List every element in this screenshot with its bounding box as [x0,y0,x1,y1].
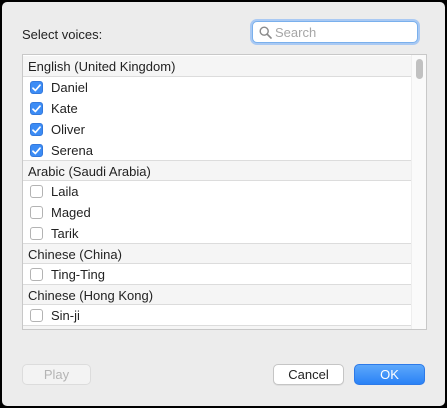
voice-row[interactable]: Sin-ji [23,305,411,326]
voice-label: Daniel [51,80,88,95]
select-voices-dialog: Select voices: English (United Kingdom) D… [2,2,445,406]
voice-row[interactable]: Kate [23,98,411,119]
voice-row[interactable]: Daniel [23,77,411,98]
voice-list[interactable]: English (United Kingdom) Daniel Kate Oliver… [22,54,427,330]
voice-row[interactable]: Oliver [23,119,411,140]
voice-group-header: English (United Kingdom) [23,56,411,77]
voice-checkbox[interactable] [30,123,43,136]
voice-group-header: Chinese (Taiwan) [23,325,411,329]
scrollbar-thumb[interactable] [416,59,423,79]
voice-label: Ting-Ting [51,267,105,282]
play-button[interactable]: Play [22,364,91,385]
voice-group-header: Chinese (China) [23,243,411,264]
voice-label: Sin-ji [51,308,80,323]
voice-checkbox[interactable] [30,102,43,115]
voice-label: Laila [51,184,79,199]
voice-label: Serena [51,143,93,158]
voice-row[interactable]: Tarik [23,223,411,244]
ok-button[interactable]: OK [354,364,425,385]
voice-checkbox[interactable] [30,227,43,240]
voice-list-content: English (United Kingdom) Daniel Kate Oliver… [23,56,411,329]
voice-label: Tarik [51,226,79,241]
search-icon [259,26,272,39]
voice-label: Maged [51,205,91,220]
scrollbar[interactable] [411,55,426,329]
search-input[interactable] [275,24,413,40]
voice-row[interactable]: Laila [23,181,411,202]
voice-checkbox[interactable] [30,309,43,322]
voice-group-header: Chinese (Hong Kong) [23,284,411,305]
voice-checkbox[interactable] [30,144,43,157]
voice-row[interactable]: Serena [23,140,411,161]
voice-checkbox[interactable] [30,81,43,94]
voice-checkbox[interactable] [30,206,43,219]
cancel-button[interactable]: Cancel [273,364,344,385]
voice-label: Oliver [51,122,85,137]
voice-label: Kate [51,101,78,116]
voice-row[interactable]: Maged [23,202,411,223]
select-voices-label: Select voices: [22,27,103,42]
search-field[interactable] [252,21,418,43]
voice-row[interactable]: Ting-Ting [23,264,411,285]
voice-checkbox[interactable] [30,185,43,198]
voice-group-header: Arabic (Saudi Arabia) [23,160,411,181]
voice-checkbox[interactable] [30,268,43,281]
